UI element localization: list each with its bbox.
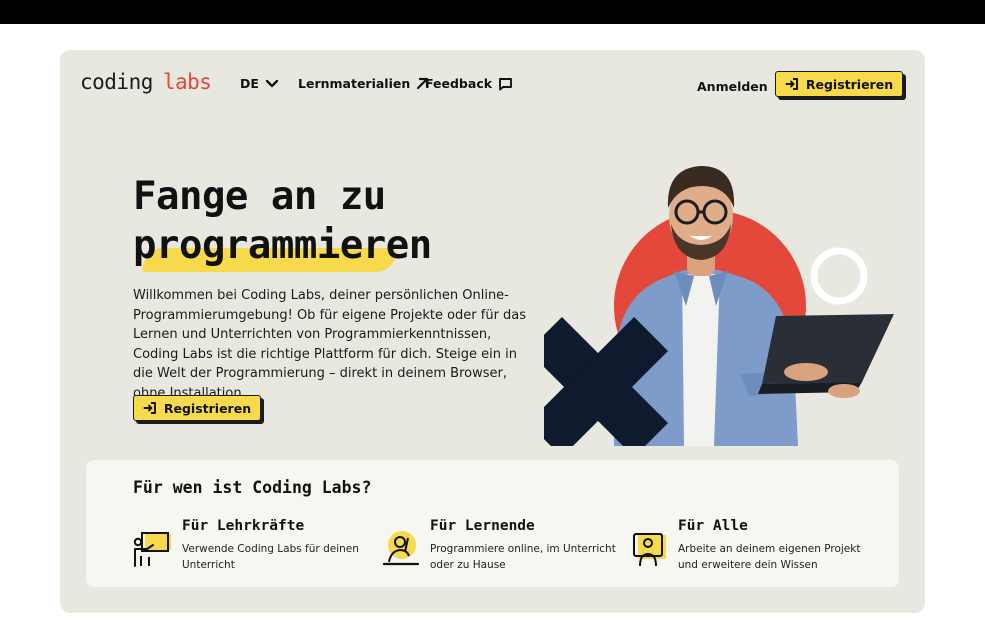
chat-bubble-icon (499, 77, 512, 90)
hero-title: Fange an zu programmieren (133, 172, 432, 270)
everyone-icon (633, 533, 666, 567)
landing-card: coding labs DE Lernmaterialien Feedback A… (60, 50, 925, 613)
hero-title-line-2: programmieren (133, 223, 432, 268)
coding-labs-logo[interactable]: coding labs (80, 70, 212, 94)
language-selector[interactable]: DE (240, 76, 279, 91)
nav-feedback-label: Feedback (425, 76, 493, 91)
nav-learning-label: Lernmaterialien (298, 76, 411, 91)
audience-item-description: Verwende Coding Labs für deinen Unterric… (182, 543, 359, 571)
logo-word-coding: coding (80, 70, 153, 94)
register-button-label: Registrieren (163, 400, 252, 416)
audience-item-title: Für Lernende (430, 518, 535, 534)
register-button-hero[interactable]: Registrieren (133, 395, 261, 421)
register-button-label: Registrieren (805, 76, 894, 92)
nav-learning-materials[interactable]: Lernmaterialien (298, 76, 429, 91)
hero-illustration (544, 166, 894, 446)
top-black-bar (0, 0, 985, 24)
audience-title: Für wen ist Coding Labs? (133, 478, 372, 497)
nav-feedback[interactable]: Feedback (425, 76, 513, 91)
chevron-down-icon (265, 79, 279, 87)
sign-in-icon (785, 78, 798, 90)
language-label: DE (240, 76, 259, 91)
learner-icon (382, 531, 420, 566)
teacher-icon (133, 532, 171, 567)
audience-item-description: Arbeite an deinem eigenen Projekt und er… (678, 543, 861, 571)
audience-item-title: Für Lehrkräfte (182, 518, 305, 534)
audience-item-title: Für Alle (678, 518, 748, 534)
hero-title-line-1: Fange an zu (133, 174, 386, 219)
logo-word-labs: labs (162, 70, 212, 94)
audience-item-description: Programmiere online, im Unterricht oder … (430, 543, 616, 571)
hero-description: Willkommen bei Coding Labs, deiner persö… (133, 288, 527, 401)
login-link[interactable]: Anmelden (697, 79, 768, 94)
audience-panel: Für wen ist Coding Labs? Für Lehrkräfte … (86, 460, 899, 587)
register-button-header[interactable]: Registrieren (775, 71, 903, 97)
sign-in-icon (143, 402, 156, 414)
white-ring-shape (810, 247, 868, 305)
